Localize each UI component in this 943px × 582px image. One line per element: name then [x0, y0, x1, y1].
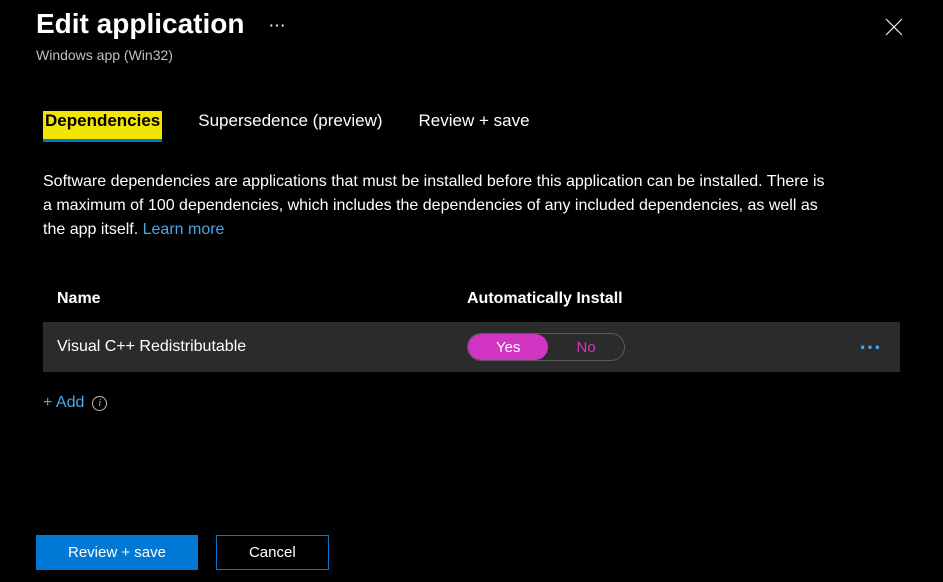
tab-dependencies[interactable]: Dependencies — [43, 111, 162, 142]
page-subtitle: Windows app (Win32) — [0, 45, 943, 63]
footer-actions: Review + save Cancel — [36, 535, 329, 570]
panel-header: Edit application ⋯ — [0, 0, 943, 45]
toggle-yes[interactable]: Yes — [468, 334, 548, 360]
table-header: Name Automatically Install — [43, 290, 900, 322]
row-more-actions-icon[interactable]: ⋯ — [859, 334, 886, 360]
edit-application-panel: Edit application ⋯ Windows app (Win32) D… — [0, 0, 943, 582]
description-text: Software dependencies are applications t… — [0, 142, 880, 242]
page-title: Edit application — [36, 8, 244, 40]
info-icon[interactable]: i — [92, 396, 107, 411]
column-header-auto-install: Automatically Install — [467, 290, 886, 308]
dependency-auto-install: Yes No ⋯ — [467, 333, 886, 361]
add-label: + Add — [43, 394, 84, 412]
column-header-name: Name — [57, 290, 467, 308]
learn-more-link[interactable]: Learn more — [143, 221, 225, 238]
table-row: Visual C++ Redistributable Yes No ⋯ — [43, 322, 900, 372]
cancel-button[interactable]: Cancel — [216, 535, 329, 570]
header-left: Edit application ⋯ — [36, 8, 286, 40]
toggle-no[interactable]: No — [548, 334, 623, 360]
more-actions-icon[interactable]: ⋯ — [268, 16, 286, 36]
tab-review-save[interactable]: Review + save — [419, 111, 530, 142]
add-dependency-link[interactable]: + Add i — [43, 372, 943, 412]
tab-bar: Dependencies Supersedence (preview) Revi… — [0, 63, 943, 142]
close-icon — [885, 18, 903, 36]
close-button[interactable] — [881, 14, 907, 45]
dependencies-table: Name Automatically Install Visual C++ Re… — [43, 290, 900, 372]
review-save-button[interactable]: Review + save — [36, 535, 198, 570]
dependency-name: Visual C++ Redistributable — [57, 338, 467, 356]
tab-supersedence[interactable]: Supersedence (preview) — [198, 111, 382, 142]
auto-install-toggle[interactable]: Yes No — [467, 333, 625, 361]
